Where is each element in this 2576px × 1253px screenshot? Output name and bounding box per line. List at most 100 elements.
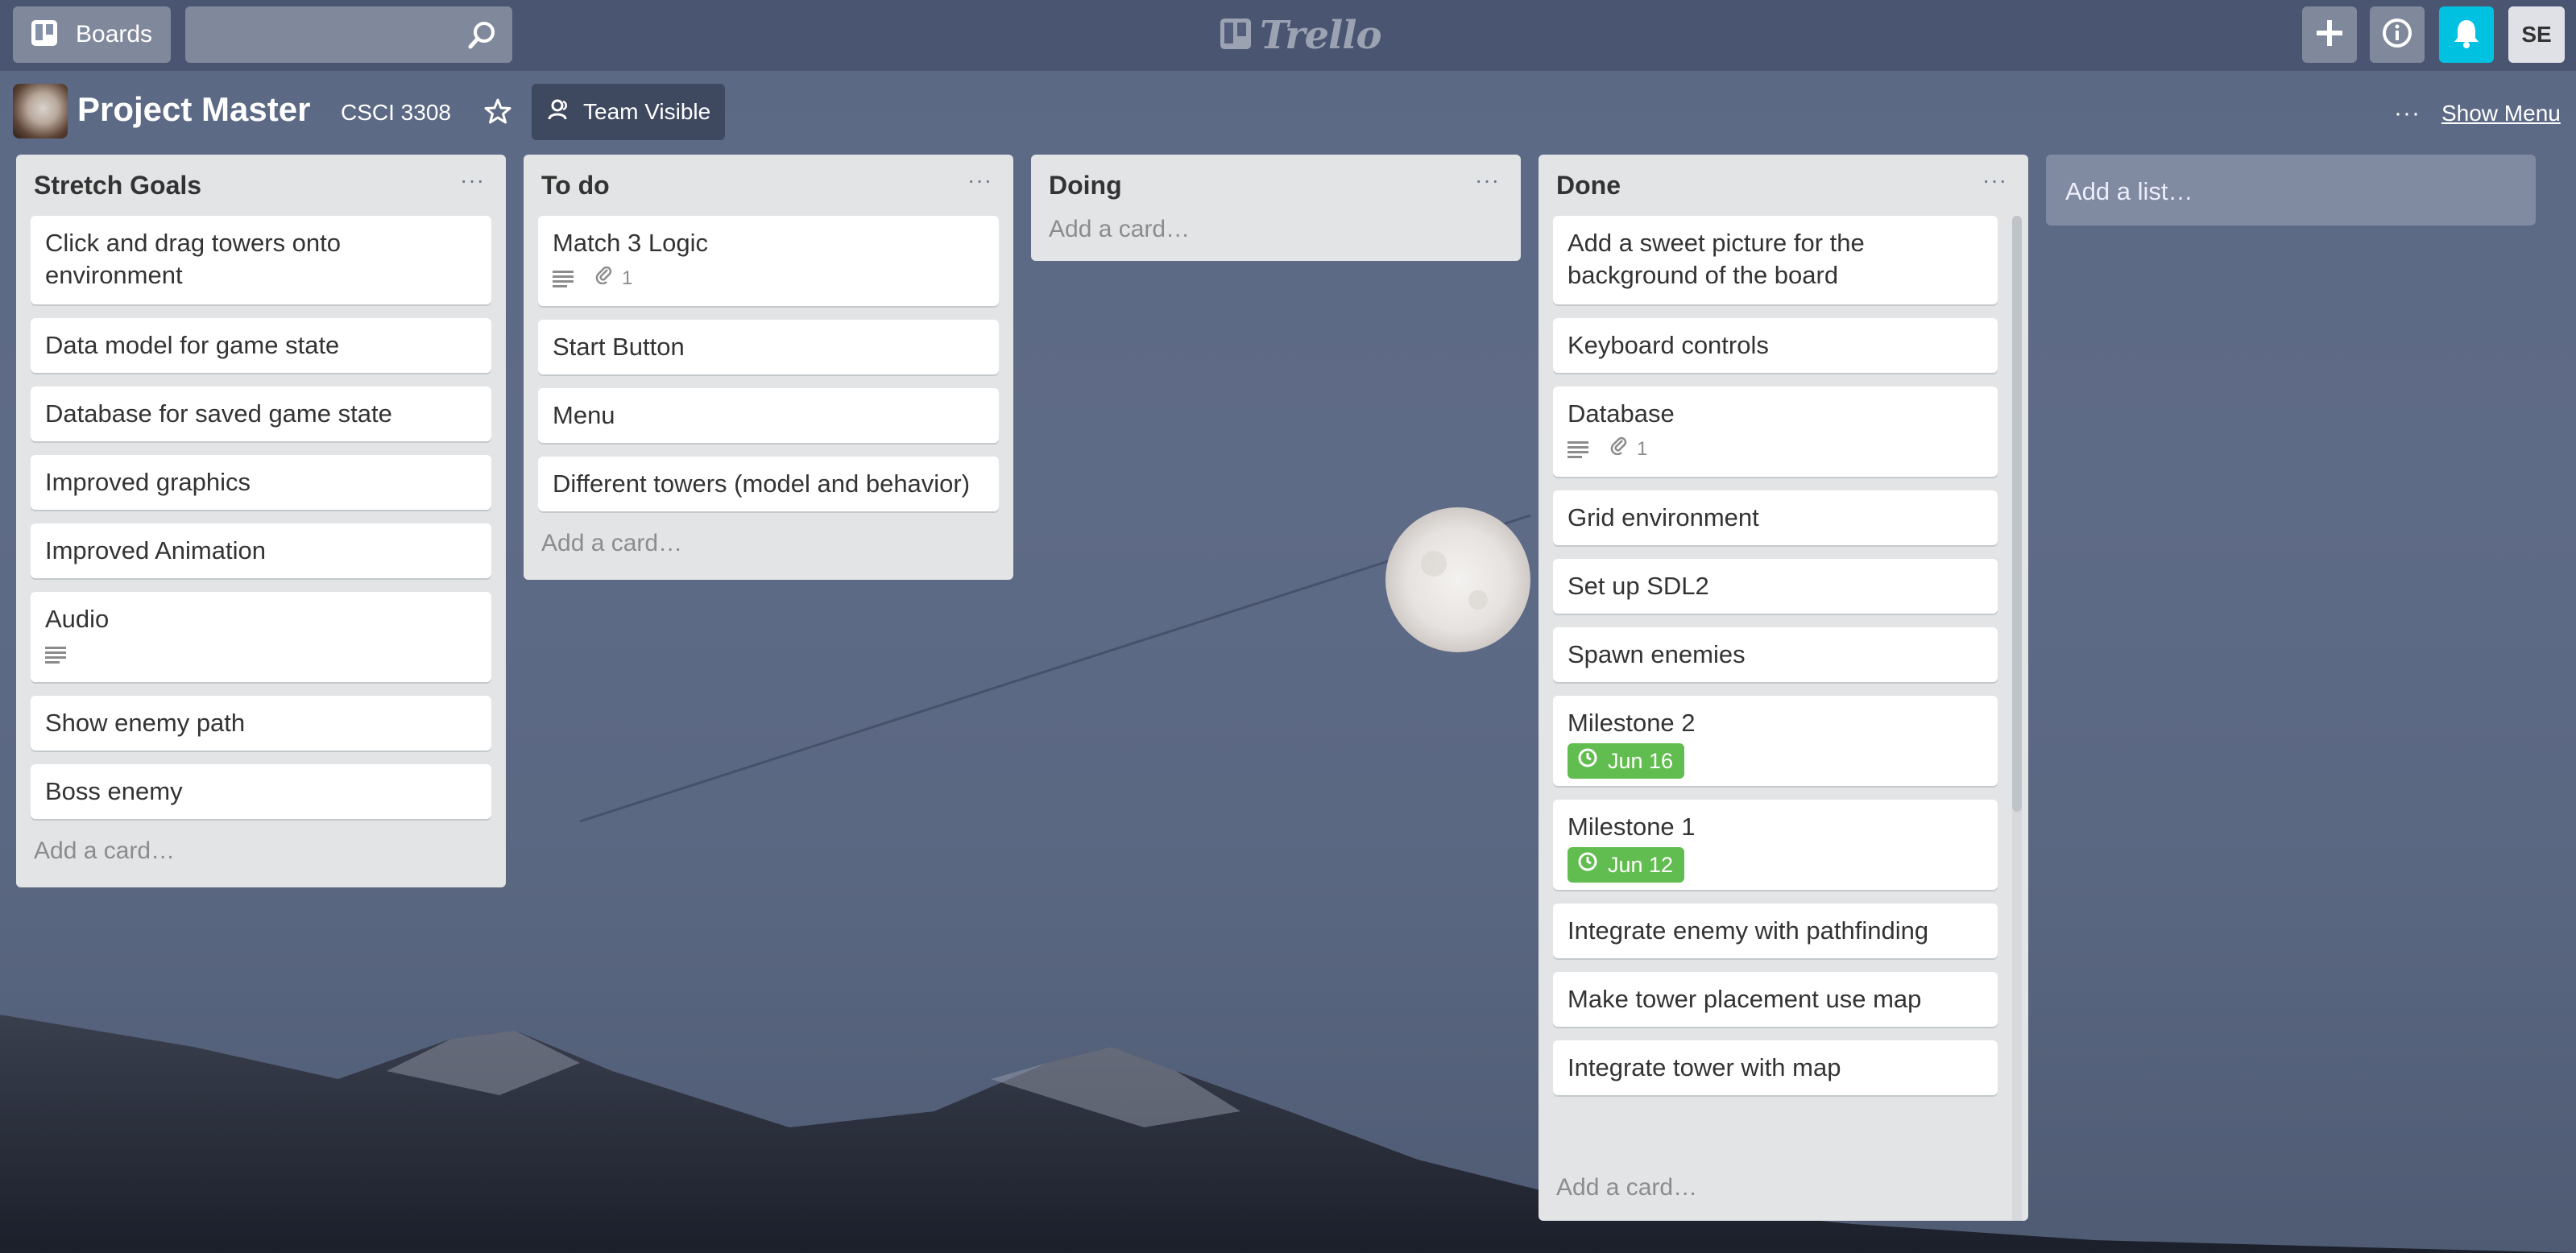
show-menu-label: Show Menu <box>2441 101 2561 126</box>
card-title: Make tower placement use map <box>1568 985 1922 1013</box>
card-title: Set up SDL2 <box>1568 572 1709 600</box>
search-input[interactable] <box>185 6 512 63</box>
clock-icon <box>1577 745 1598 777</box>
trello-logo-icon <box>1220 18 1252 54</box>
more-icon: ··· <box>2394 100 2421 126</box>
show-menu-button[interactable]: ··· Show Menu <box>2394 100 2561 127</box>
team-icon <box>548 98 570 126</box>
clock-icon <box>1577 849 1598 881</box>
add-card-button[interactable]: Add a card… <box>1031 216 1521 261</box>
card[interactable]: Improved graphics <box>31 455 491 510</box>
list-title[interactable]: Done <box>1556 171 1621 201</box>
card-title: Match 3 Logic <box>553 229 708 257</box>
card-title: Keyboard controls <box>1568 331 1769 359</box>
card-title: Improved graphics <box>45 468 251 496</box>
member-avatar[interactable]: SE <box>2508 6 2565 63</box>
card[interactable]: Data model for game state <box>31 318 491 373</box>
card-title: Integrate tower with map <box>1568 1053 1841 1081</box>
bell-icon <box>2452 18 2481 52</box>
card[interactable]: Grid environment <box>1553 490 1998 545</box>
list-menu-icon[interactable]: ··· <box>1982 167 2007 193</box>
card-title: Click and drag towers onto environment <box>45 229 342 289</box>
description-icon <box>553 269 574 288</box>
info-button[interactable] <box>2370 6 2425 63</box>
attachment-badge: 1 <box>594 263 632 295</box>
boards-button[interactable]: Boards <box>13 6 171 63</box>
add-button[interactable] <box>2302 6 2357 63</box>
card[interactable]: Different towers (model and behavior) <box>538 457 999 511</box>
card[interactable]: Keyboard controls <box>1553 318 1998 373</box>
card-title: Audio <box>45 605 110 633</box>
list-doing: Doing ··· Add a card… <box>1031 155 1521 261</box>
plus-icon <box>2315 19 2344 52</box>
card[interactable]: Set up SDL2 <box>1553 559 1998 614</box>
add-list-button[interactable]: Add a list… <box>2046 155 2536 225</box>
card-title: Menu <box>553 401 615 429</box>
card-title: Different towers (model and behavior) <box>553 469 971 498</box>
team-visible-button[interactable]: Team Visible <box>532 84 725 140</box>
due-date: Jun 12 <box>1608 853 1674 877</box>
card[interactable]: Audio <box>31 592 491 682</box>
list-menu-icon[interactable]: ··· <box>967 167 992 193</box>
card-title: Integrate enemy with pathfinding <box>1568 916 1929 945</box>
card-title: Milestone 1 <box>1568 813 1696 841</box>
top-header: Boards Trello SE <box>0 0 2576 71</box>
card-title: Improved Animation <box>45 536 266 564</box>
card-title: Milestone 2 <box>1568 709 1696 737</box>
description-icon <box>45 645 66 664</box>
star-icon[interactable] <box>483 97 512 130</box>
board-team[interactable]: CSCI 3308 <box>341 100 451 126</box>
card[interactable]: Menu <box>538 388 999 443</box>
card-title: Data model for game state <box>45 331 340 359</box>
card-title: Database <box>1568 399 1675 428</box>
info-icon <box>2382 18 2412 52</box>
card[interactable]: Add a sweet picture for the background o… <box>1553 216 1998 304</box>
card[interactable]: Boss enemy <box>31 764 491 819</box>
card[interactable]: Milestone 2 Jun 16 <box>1553 696 1998 786</box>
attachment-badge: 1 <box>1609 433 1647 465</box>
list-to-do: To do ··· Match 3 Logic 1 Start Button M… <box>524 155 1013 580</box>
list-title[interactable]: Doing <box>1049 171 1122 201</box>
notifications-button[interactable] <box>2439 6 2494 63</box>
boards-label: Boards <box>76 21 153 48</box>
list-menu-icon[interactable]: ··· <box>1475 167 1500 193</box>
scrollbar-thumb[interactable] <box>2012 216 2022 812</box>
list-title[interactable]: Stretch Goals <box>34 171 201 201</box>
trello-logo[interactable]: Trello <box>1220 11 1382 60</box>
attachment-count: 1 <box>622 267 633 289</box>
card[interactable]: Milestone 1 Jun 12 <box>1553 800 1998 890</box>
card[interactable]: Database for saved game state <box>31 387 491 441</box>
card[interactable]: Integrate enemy with pathfinding <box>1553 904 1998 958</box>
card[interactable]: Match 3 Logic 1 <box>538 216 999 306</box>
card[interactable]: Click and drag towers onto environment <box>31 216 491 304</box>
card-title: Start Button <box>553 333 685 361</box>
attachment-count: 1 <box>1637 438 1648 460</box>
due-date: Jun 16 <box>1608 749 1674 773</box>
card-title: Show enemy path <box>45 709 246 737</box>
card[interactable]: Spawn enemies <box>1553 627 1998 682</box>
list-done: Done ··· Add a sweet picture for the bac… <box>1539 155 2028 1221</box>
card[interactable]: Improved Animation <box>31 523 491 578</box>
add-card-button[interactable]: Add a card… <box>1539 1158 2028 1221</box>
add-card-button[interactable]: Add a card… <box>524 525 1013 580</box>
card[interactable]: Integrate tower with map <box>1553 1040 1998 1095</box>
list-stretch-goals: Stretch Goals ··· Click and drag towers … <box>16 155 506 887</box>
card-title: Grid environment <box>1568 503 1759 531</box>
board-avatar <box>13 84 68 139</box>
add-card-button[interactable]: Add a card… <box>16 833 506 887</box>
list-title[interactable]: To do <box>541 171 610 201</box>
due-date-badge[interactable]: Jun 12 <box>1568 847 1685 883</box>
card-title: Boss enemy <box>45 777 183 805</box>
card[interactable]: Start Button <box>538 320 999 374</box>
due-date-badge[interactable]: Jun 16 <box>1568 743 1685 779</box>
description-icon <box>1568 440 1588 459</box>
card[interactable]: Show enemy path <box>31 696 491 751</box>
list-menu-icon[interactable]: ··· <box>460 167 485 193</box>
card-title: Add a sweet picture for the background o… <box>1568 229 1865 289</box>
list-scrollbar[interactable] <box>2012 216 2022 1221</box>
boards-icon <box>31 19 58 51</box>
card[interactable]: Make tower placement use map <box>1553 972 1998 1027</box>
card[interactable]: Database 1 <box>1553 387 1998 477</box>
trello-logo-text: Trello <box>1260 13 1382 58</box>
board-title[interactable]: Project Master <box>77 90 310 129</box>
